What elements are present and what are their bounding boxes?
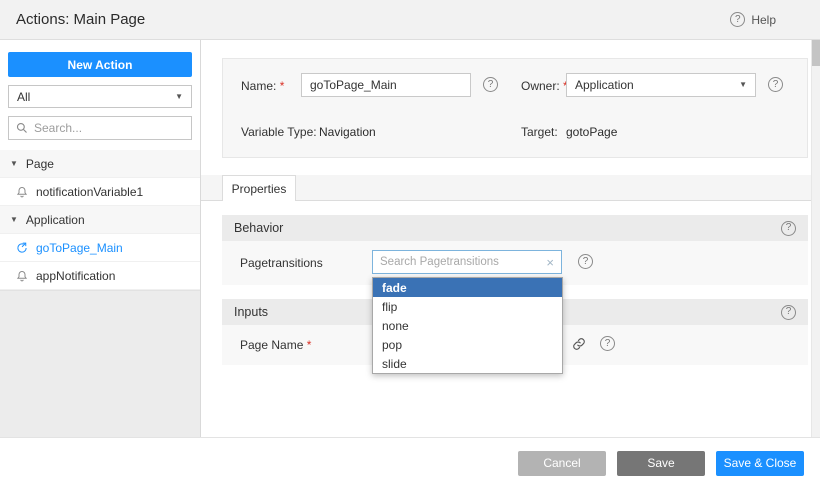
notification-icon [16, 270, 28, 282]
action-tree: ▼ Page notificationVariable1 ▼ Applicati… [0, 150, 200, 290]
form-row-2: Variable Type: Navigation Target: gotoPa… [241, 125, 789, 141]
name-label-text: Name: [241, 79, 276, 93]
new-action-button[interactable]: New Action [8, 52, 192, 77]
option-flip[interactable]: flip [373, 297, 562, 316]
filter-value: All [17, 90, 30, 104]
name-input[interactable] [301, 73, 471, 97]
tree-group-application[interactable]: ▼ Application [0, 206, 200, 234]
behavior-help-icon[interactable]: ? [781, 221, 796, 236]
pagetransitions-options-popup: fade flip none pop slide [372, 277, 563, 374]
tree-item-goToPage_Main[interactable]: goToPage_Main [0, 234, 200, 262]
cancel-button[interactable]: Cancel [518, 451, 606, 476]
target-value: gotoPage [566, 125, 617, 139]
inputs-title: Inputs [234, 305, 268, 319]
tree-item-label: appNotification [36, 269, 115, 283]
tree-item-notificationVariable1[interactable]: notificationVariable1 [0, 178, 200, 206]
tree-group-label: Page [26, 157, 54, 171]
name-help-icon[interactable]: ? [483, 77, 498, 92]
search-input[interactable] [34, 121, 184, 135]
behavior-title: Behavior [234, 221, 283, 235]
sidebar-filler [0, 290, 200, 437]
inputs-help-icon[interactable]: ? [781, 305, 796, 320]
sidebar: New Action All ▼ ▼ Page [0, 40, 201, 437]
tree-item-appNotification[interactable]: appNotification [0, 262, 200, 290]
owner-label: Owner: * [521, 79, 568, 93]
owner-dropdown[interactable]: Application ▼ [566, 73, 756, 97]
behavior-section-header: Behavior ? [222, 215, 808, 241]
clear-icon[interactable]: × [546, 256, 554, 269]
page-name-label: Page Name * [240, 338, 311, 352]
form-row-1: Name: * ? Owner: * Application ▼ ? [241, 73, 789, 97]
owner-label-text: Owner: [521, 79, 560, 93]
chevron-down-icon: ▼ [10, 216, 18, 224]
search-icon [16, 122, 28, 134]
chevron-down-icon: ▼ [175, 93, 183, 101]
chevron-down-icon: ▼ [10, 160, 18, 168]
pagetransitions-combobox[interactable]: × [372, 250, 562, 274]
required-marker: * [307, 338, 312, 352]
tree-item-label: goToPage_Main [36, 241, 123, 255]
footer-bar: Cancel Save Save & Close [0, 437, 820, 488]
owner-value: Application [575, 78, 634, 92]
owner-help-icon[interactable]: ? [768, 77, 783, 92]
option-slide[interactable]: slide [373, 354, 562, 373]
search-box [8, 116, 192, 140]
name-label: Name: * [241, 79, 284, 93]
pagetransitions-label: Pagetransitions [240, 256, 323, 270]
tree-item-label: notificationVariable1 [36, 185, 143, 199]
pagetransitions-search-input[interactable] [380, 256, 542, 268]
main-panel: Name: * ? Owner: * Application ▼ ? Varia… [201, 40, 820, 437]
actions-editor: Actions: Main Page ? Help New Action All… [0, 0, 820, 488]
tab-bar: Properties [201, 175, 811, 201]
target-label: Target: [521, 125, 558, 139]
help-icon: ? [730, 12, 745, 27]
save-button[interactable]: Save [617, 451, 705, 476]
chevron-down-icon: ▼ [739, 81, 747, 89]
tree-group-page[interactable]: ▼ Page [0, 150, 200, 178]
scrollbar[interactable] [811, 40, 820, 437]
filter-dropdown[interactable]: All ▼ [8, 85, 192, 108]
tree-group-label: Application [26, 213, 85, 227]
page-name-help-icon[interactable]: ? [600, 336, 615, 351]
variable-type-value: Navigation [319, 125, 376, 139]
option-pop[interactable]: pop [373, 335, 562, 354]
required-marker: * [280, 79, 285, 93]
help-label: Help [751, 13, 776, 27]
header: Actions: Main Page ? Help [0, 0, 820, 40]
option-fade[interactable]: fade [373, 278, 562, 297]
page-title: Actions: Main Page [16, 11, 145, 28]
variable-type-label: Variable Type: [241, 125, 317, 139]
sidebar-controls: New Action All ▼ [0, 40, 200, 150]
bind-link-icon[interactable] [572, 337, 586, 351]
option-none[interactable]: none [373, 316, 562, 335]
save-and-close-button[interactable]: Save & Close [716, 451, 804, 476]
pagetransitions-help-icon[interactable]: ? [578, 254, 593, 269]
scrollbar-thumb[interactable] [812, 40, 820, 66]
help-button[interactable]: ? Help [730, 12, 776, 27]
tab-properties[interactable]: Properties [222, 175, 296, 201]
action-header-form: Name: * ? Owner: * Application ▼ ? Varia… [222, 58, 808, 158]
notification-icon [16, 186, 28, 198]
page-name-label-text: Page Name [240, 338, 303, 352]
action-icon [16, 242, 28, 254]
